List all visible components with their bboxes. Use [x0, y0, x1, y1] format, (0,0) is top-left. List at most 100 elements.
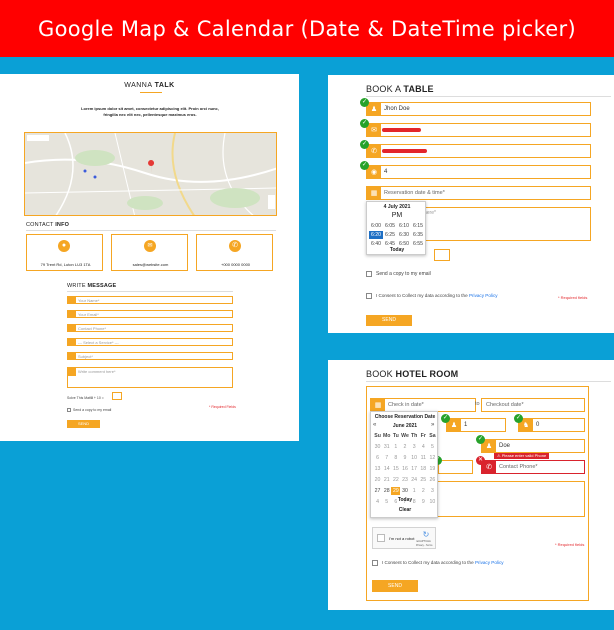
calendar-day[interactable]: 3 — [428, 487, 437, 495]
checkout-field[interactable]: Checkout date* — [481, 398, 585, 412]
calendar-day[interactable]: 29 — [391, 487, 401, 495]
address-text: 79 Trent Rd, Luton LU3 1TA — [40, 262, 91, 267]
guests-value: 4 — [384, 169, 388, 175]
calendar-day[interactable]: 26 — [428, 476, 437, 484]
email-field[interactable]: Your Email* — [67, 310, 233, 318]
phone-field-invalid[interactable]: ✆ Contact Phone* — [481, 460, 585, 474]
month-label[interactable]: June 2021 — [371, 423, 439, 429]
calendar-day[interactable]: 14 — [382, 465, 391, 473]
time-option[interactable]: 6:30 — [397, 231, 411, 239]
name-field[interactable]: Your Name* — [67, 296, 233, 304]
time-option[interactable]: 6:35 — [411, 231, 425, 239]
picker-today[interactable]: Today — [367, 247, 427, 253]
date-picker-heading: Choose Reservation Date — [374, 414, 436, 420]
calendar-day[interactable]: 27 — [373, 487, 382, 495]
calendar-day[interactable]: 4 — [419, 443, 428, 451]
email-text[interactable]: sales@website.com — [112, 262, 189, 267]
time-option[interactable]: 6:25 — [383, 231, 397, 239]
today-button[interactable]: Today — [371, 497, 439, 503]
contact-info-heading: CONTACT INFO — [26, 222, 70, 228]
copy-label: Send a copy to my email — [376, 271, 431, 277]
calendar-day[interactable]: 19 — [428, 465, 437, 473]
write-message-heading: WRITE MESSAGE — [67, 283, 117, 289]
adults-value: 1 — [464, 422, 468, 428]
phone-error-tooltip: ⚠ Please enter valid Phone — [494, 453, 550, 459]
required-note: * Required Fields — [209, 405, 236, 409]
adults-select[interactable]: ♟ 1 — [446, 418, 506, 432]
name-field[interactable]: ♟ Jhon Doe — [366, 102, 591, 116]
time-option[interactable]: 6:15 — [411, 222, 425, 230]
calendar-day[interactable]: 31 — [382, 443, 391, 451]
weekday-header: We — [401, 433, 409, 439]
calendar-day[interactable]: 1 — [391, 443, 400, 451]
calendar-day[interactable]: 23 — [400, 476, 409, 484]
checkin-field[interactable]: ▦ Check in date* — [370, 398, 476, 412]
subject-field[interactable]: Subject* — [67, 352, 233, 360]
calendar-day[interactable]: 2 — [400, 443, 409, 451]
calendar-day[interactable]: 6 — [373, 454, 382, 462]
map-roads-icon — [25, 133, 276, 215]
comment-textarea[interactable]: Write comment here* — [67, 367, 233, 388]
calendar-day[interactable]: 16 — [400, 465, 409, 473]
next-month-button[interactable]: » — [431, 422, 434, 428]
reservation-datetime-field[interactable]: ▦ Reservation date & time* — [366, 186, 591, 200]
send-button[interactable]: SEND — [372, 580, 418, 592]
calendar-day[interactable]: 20 — [373, 476, 382, 484]
consent-checkbox[interactable] — [372, 560, 378, 566]
calendar-day[interactable]: 9 — [400, 454, 409, 462]
time-option[interactable]: 6:10 — [397, 222, 411, 230]
calendar-day[interactable]: 1 — [410, 487, 419, 495]
calendar-day[interactable]: 24 — [410, 476, 419, 484]
calendar-day[interactable]: 5 — [428, 443, 437, 451]
recaptcha-checkbox[interactable] — [377, 534, 385, 542]
children-select[interactable]: ♞ 0 — [518, 418, 585, 432]
address-card: ● 79 Trent Rd, Luton LU3 1TA — [26, 234, 103, 271]
time-option[interactable]: 6:00 — [369, 222, 383, 230]
calendar-day[interactable]: 12 — [428, 454, 437, 462]
calendar-day[interactable]: 25 — [419, 476, 428, 484]
calendar-day[interactable]: 7 — [382, 454, 391, 462]
calendar-day[interactable]: 3 — [410, 443, 419, 451]
email-field[interactable] — [438, 460, 473, 474]
picker-period[interactable]: PM — [367, 212, 427, 219]
privacy-policy-link[interactable]: Privacy Policy — [469, 293, 498, 298]
calendar-day[interactable]: 8 — [391, 454, 400, 462]
time-option[interactable]: 6:05 — [383, 222, 397, 230]
calendar-day[interactable]: 18 — [419, 465, 428, 473]
captcha-answer-input[interactable] — [112, 392, 122, 400]
calendar-day[interactable]: 28 — [382, 487, 391, 495]
phone-icon — [68, 325, 76, 331]
phone-card: ✆ +000 0000 0000 — [196, 234, 273, 271]
privacy-policy-link[interactable]: Privacy Policy — [475, 560, 504, 565]
send-button[interactable]: SEND — [67, 420, 100, 428]
calendar-day[interactable]: 15 — [391, 465, 400, 473]
google-map[interactable] — [24, 132, 277, 216]
calendar-day[interactable]: 13 — [373, 465, 382, 473]
calendar-day[interactable]: 10 — [410, 454, 419, 462]
captcha-label: Solve This Math: — [67, 396, 94, 400]
calendar-day[interactable]: 17 — [410, 465, 419, 473]
calendar-day[interactable]: 2 — [419, 487, 428, 495]
calendar-icon: ▦ — [371, 399, 385, 411]
calendar-day[interactable]: 30 — [373, 443, 382, 451]
calendar-day[interactable]: 11 — [419, 454, 428, 462]
calendar-day[interactable]: 21 — [382, 476, 391, 484]
date-picker-popup: Choose Reservation Date « June 2021 » Su… — [370, 411, 438, 518]
clear-button[interactable]: Clear — [371, 507, 439, 513]
time-option[interactable]: 6:20 — [369, 231, 383, 239]
book-table-panel: BOOK A TABLE ♟ Jhon Doe ✓ ✉ ✓ ✆ ✓ ◉ 4 ✓ ▦ R… — [328, 75, 614, 333]
send-button[interactable]: SEND — [366, 315, 412, 326]
captcha-answer-input[interactable] — [434, 249, 450, 261]
calendar-day[interactable]: 30 — [400, 487, 409, 495]
service-select[interactable]: --- Select a Service* --- — [67, 338, 233, 346]
copy-checkbox[interactable] — [67, 408, 71, 412]
email-card: ✉ sales@website.com — [111, 234, 188, 271]
recaptcha-terms[interactable]: Privacy - Terms — [416, 544, 432, 547]
consent-checkbox[interactable] — [366, 293, 372, 299]
name-field[interactable]: ♟ Doe — [481, 439, 585, 453]
time-picker-popup: 4 July 2021 PM 6:00 6:05 6:10 6:15 6:20 6:25 6… — [366, 201, 426, 255]
phone-field[interactable]: Contact Phone* — [67, 324, 233, 332]
calendar-day[interactable]: 22 — [391, 476, 400, 484]
copy-checkbox[interactable] — [366, 271, 372, 277]
guests-field[interactable]: ◉ 4 — [366, 165, 591, 179]
